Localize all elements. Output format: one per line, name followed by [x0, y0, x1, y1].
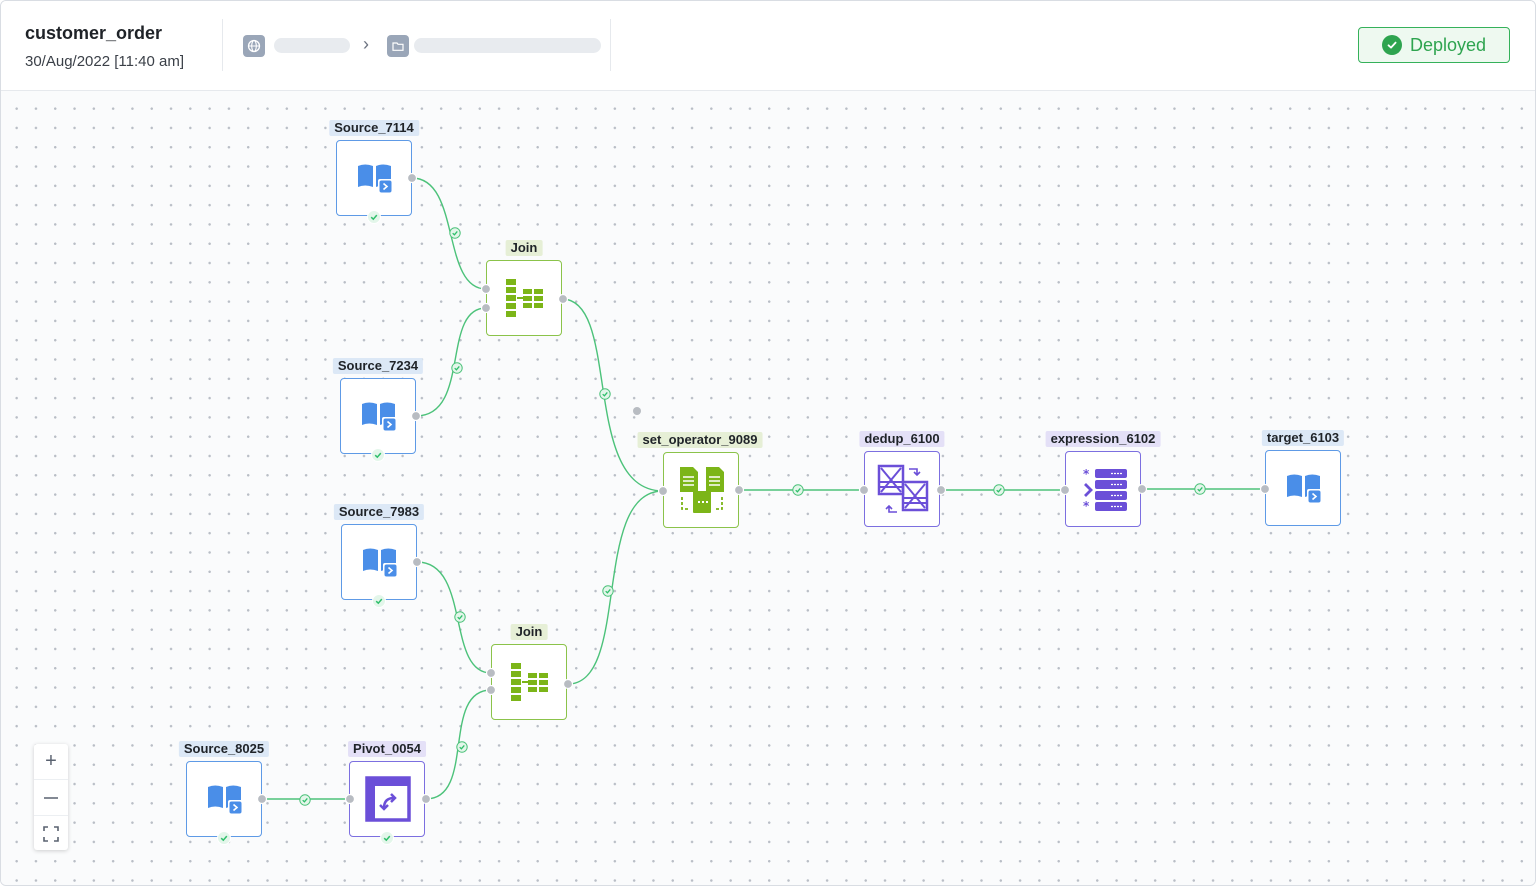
port-layer	[217, 172, 1271, 845]
port	[935, 484, 947, 496]
check-icon	[380, 831, 394, 845]
port	[733, 484, 745, 496]
node-valid-badges	[217, 210, 394, 845]
port	[344, 793, 356, 805]
port	[406, 172, 418, 184]
port	[420, 793, 432, 805]
port	[562, 678, 574, 690]
fit-view-icon	[43, 825, 59, 842]
app-frame: customer_order 30/Aug/2022 [11:40 am] › …	[0, 0, 1536, 886]
zoom-out-button[interactable]	[34, 780, 68, 816]
minus-icon	[44, 796, 58, 799]
port	[1059, 484, 1071, 496]
port	[480, 302, 492, 314]
fit-view-button[interactable]	[34, 816, 68, 851]
port	[1259, 483, 1271, 495]
port	[1136, 483, 1148, 495]
port	[557, 293, 569, 305]
port	[411, 556, 423, 568]
port	[480, 283, 492, 295]
zoom-in-button[interactable]: +	[34, 744, 68, 780]
port	[657, 485, 669, 497]
port	[485, 684, 497, 696]
check-icon	[371, 448, 385, 462]
zoom-controls: +	[34, 744, 68, 850]
check-icon	[367, 210, 381, 224]
check-icon	[372, 594, 386, 608]
port	[858, 484, 870, 496]
port	[256, 793, 268, 805]
port	[485, 667, 497, 679]
port	[410, 410, 422, 422]
check-icon	[217, 831, 231, 845]
